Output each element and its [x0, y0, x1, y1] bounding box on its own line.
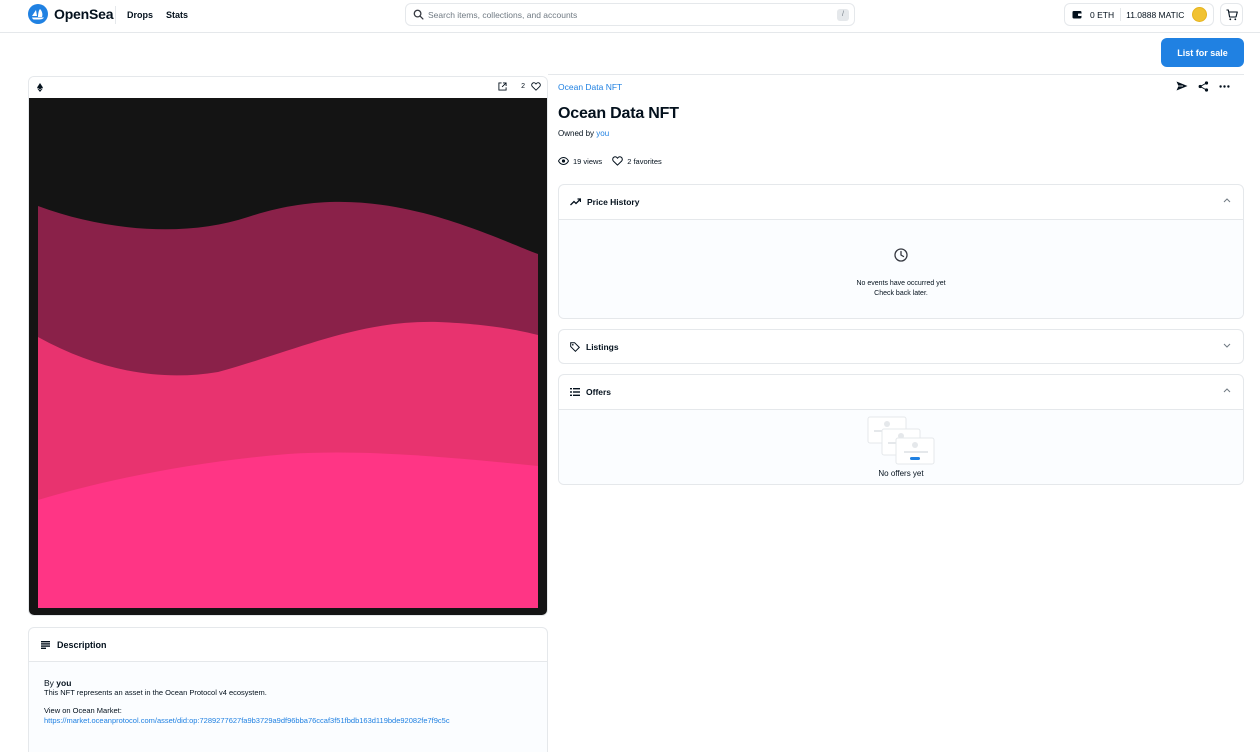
- list-for-sale-button[interactable]: List for sale: [1161, 38, 1244, 67]
- owned-by-label: Owned by: [558, 129, 595, 138]
- description-header[interactable]: Description: [29, 628, 547, 662]
- check-back-message: Check back later.: [874, 290, 928, 297]
- owned-by: Owned by you: [558, 129, 609, 138]
- nav-drops-link[interactable]: Drops: [127, 10, 153, 20]
- heart-icon[interactable]: [531, 82, 541, 91]
- share-icon[interactable]: [1198, 81, 1209, 92]
- brand-name: OpenSea: [54, 6, 114, 22]
- chevron-down-icon[interactable]: [1223, 343, 1231, 348]
- item-stats: 19 views 2 favorites: [558, 156, 672, 166]
- collection-link[interactable]: Ocean Data NFT: [558, 82, 622, 92]
- no-offers-message: No offers yet: [878, 469, 924, 478]
- heart-icon: [612, 156, 623, 166]
- divider: [115, 6, 116, 24]
- nft-media-card: 2: [28, 76, 548, 616]
- description-body: By you This NFT represents an asset in t…: [29, 662, 547, 752]
- tag-icon: [570, 342, 580, 352]
- opensea-logo-icon: [28, 4, 48, 24]
- description-icon: [41, 640, 50, 649]
- chevron-up-icon[interactable]: [1223, 388, 1231, 393]
- price-history-panel: Price History No events have occurred ye…: [558, 184, 1244, 319]
- ocean-market-link[interactable]: https://market.oceanprotocol.com/asset/d…: [44, 716, 532, 726]
- favorites-total: 2 favorites: [627, 156, 662, 166]
- search-bar[interactable]: /: [405, 3, 855, 26]
- no-events-message: No events have occurred yet: [856, 280, 946, 287]
- creator-name[interactable]: you: [56, 678, 71, 688]
- item-action-icons: [1176, 81, 1230, 92]
- wave-artwork-image: [38, 102, 538, 608]
- description-text: This NFT represents an asset in the Ocea…: [44, 688, 267, 697]
- price-history-body: No events have occurred yet Check back l…: [559, 219, 1243, 318]
- views-count: 19 views: [573, 156, 603, 166]
- eth-balance: 0 ETH: [1090, 9, 1115, 20]
- wallet-icon: [1072, 11, 1082, 19]
- divider: [548, 74, 1244, 75]
- divider: [1120, 8, 1122, 21]
- opensea-logo[interactable]: OpenSea: [28, 4, 113, 24]
- nft-artwork[interactable]: [29, 98, 547, 615]
- description-title: Description: [57, 639, 107, 650]
- listings-title: Listings: [586, 342, 619, 352]
- price-history-header[interactable]: Price History: [559, 185, 1243, 219]
- wallet-balance-button[interactable]: 0 ETH 11.0888 MATIC: [1064, 3, 1214, 26]
- cart-button[interactable]: [1220, 3, 1243, 26]
- listings-panel: Listings: [558, 329, 1244, 364]
- send-icon[interactable]: [1176, 81, 1188, 91]
- trending-chart-icon: [570, 198, 581, 206]
- empty-offers-illustration: [867, 416, 935, 465]
- profile-avatar[interactable]: [1192, 7, 1207, 22]
- offers-title: Offers: [586, 387, 612, 397]
- nav-stats-link[interactable]: Stats: [166, 10, 188, 20]
- price-history-title: Price History: [587, 197, 640, 207]
- favorites-count: 2: [521, 83, 525, 90]
- search-shortcut-key: /: [837, 9, 849, 21]
- cart-icon: [1226, 9, 1238, 21]
- offers-panel: Offers No offers yet: [558, 374, 1244, 485]
- by-label: By: [44, 678, 54, 688]
- offers-body: No offers yet: [559, 409, 1243, 484]
- search-icon: [413, 9, 424, 20]
- chevron-up-icon[interactable]: [1223, 198, 1231, 203]
- open-external-icon[interactable]: [498, 82, 507, 91]
- matic-balance: 11.0888 MATIC: [1126, 9, 1185, 20]
- owner-link[interactable]: you: [596, 129, 609, 138]
- nft-title: Ocean Data NFT: [558, 105, 679, 122]
- offers-header[interactable]: Offers: [559, 375, 1243, 409]
- media-header: 2: [29, 77, 547, 98]
- search-input[interactable]: [428, 7, 828, 22]
- view-on-market-label: View on Ocean Market:: [44, 706, 122, 715]
- top-navigation-bar: OpenSea Drops Stats / 0 ETH 11.0888 MATI…: [0, 0, 1260, 33]
- listings-header[interactable]: Listings: [559, 330, 1243, 363]
- list-icon: [570, 388, 580, 396]
- more-options-icon[interactable]: [1219, 81, 1230, 92]
- description-panel: Description By you This NFT represents a…: [28, 627, 548, 752]
- eye-icon: [558, 157, 569, 165]
- ethereum-icon: [37, 83, 43, 92]
- clock-icon: [894, 248, 908, 262]
